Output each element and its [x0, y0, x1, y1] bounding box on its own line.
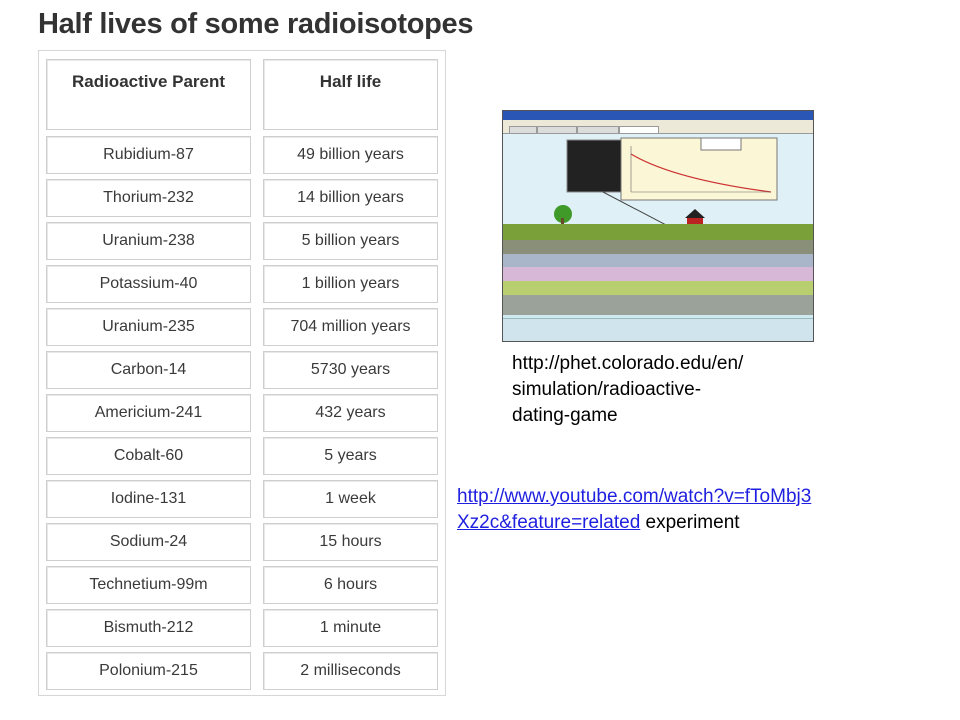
sim-layer-green	[503, 281, 813, 295]
sim-control-bar	[503, 318, 813, 341]
cell-half-life: 432 years	[263, 394, 438, 432]
sim-house-roof	[685, 209, 705, 218]
sim-tab	[577, 126, 619, 134]
youtube-suffix: experiment	[640, 512, 740, 533]
phet-url-caption: http://phet.colorado.edu/en/ simulation/…	[512, 353, 744, 426]
cell-isotope: Uranium-238	[46, 222, 251, 260]
sim-tab	[509, 126, 537, 134]
sim-graph-area	[554, 137, 778, 224]
cell-isotope: Rubidium-87	[46, 136, 251, 174]
sim-title-bar	[503, 111, 813, 120]
cell-half-life: 49 billion years	[263, 136, 438, 174]
cell-isotope: Potassium-40	[46, 265, 251, 303]
cell-isotope: Sodium-24	[46, 523, 251, 561]
youtube-link-line2[interactable]: Xz2c&feature=related	[457, 512, 640, 533]
cell-half-life: 5 years	[263, 437, 438, 475]
cell-isotope: Americium-241	[46, 394, 251, 432]
cell-isotope: Uranium-235	[46, 308, 251, 346]
sim-control-panel	[566, 139, 622, 193]
sim-layer-grass	[503, 224, 813, 240]
youtube-link[interactable]: http://www.youtube.com/watch?v=fToMbj3 Xz…	[457, 486, 811, 533]
cell-isotope: Polonium-215	[46, 652, 251, 690]
sim-layer-blue	[503, 254, 813, 267]
cell-half-life: 704 million years	[263, 308, 438, 346]
cell-isotope: Cobalt-60	[46, 437, 251, 475]
page-title: Half lives of some radioisotopes	[38, 8, 474, 40]
sim-tab	[537, 126, 577, 134]
cell-isotope: Thorium-232	[46, 179, 251, 217]
header-half-life: Half life	[263, 59, 438, 130]
header-radioactive-parent: Radioactive Parent	[46, 59, 251, 130]
half-life-table: Radioactive Parent Half life Rubidium-87 49…	[38, 50, 446, 696]
cell-isotope: Bismuth-212	[46, 609, 251, 647]
cell-half-life: 14 billion years	[263, 179, 438, 217]
cell-half-life: 1 week	[263, 480, 438, 518]
cell-half-life: 6 hours	[263, 566, 438, 604]
cell-half-life: 5 billion years	[263, 222, 438, 260]
sim-tab	[619, 126, 659, 134]
cell-isotope: Carbon-14	[46, 351, 251, 389]
cell-half-life: 1 minute	[263, 609, 438, 647]
youtube-link-line1[interactable]: http://www.youtube.com/watch?v=fToMbj3	[457, 486, 811, 507]
cell-isotope: Iodine-131	[46, 480, 251, 518]
cell-half-life: 5730 years	[263, 351, 438, 389]
youtube-link-block: http://www.youtube.com/watch?v=fToMbj3 Xz…	[457, 484, 811, 536]
cell-isotope: Technetium-99m	[46, 566, 251, 604]
simulation-screenshot	[502, 110, 814, 342]
sim-layer-pink	[503, 267, 813, 281]
cell-half-life: 15 hours	[263, 523, 438, 561]
cell-half-life: 2 milliseconds	[263, 652, 438, 690]
sim-readout	[700, 137, 742, 151]
sim-graph-panel	[620, 137, 778, 201]
sim-layer-gray	[503, 295, 813, 315]
sim-layer-rock	[503, 240, 813, 254]
cell-half-life: 1 billion years	[263, 265, 438, 303]
